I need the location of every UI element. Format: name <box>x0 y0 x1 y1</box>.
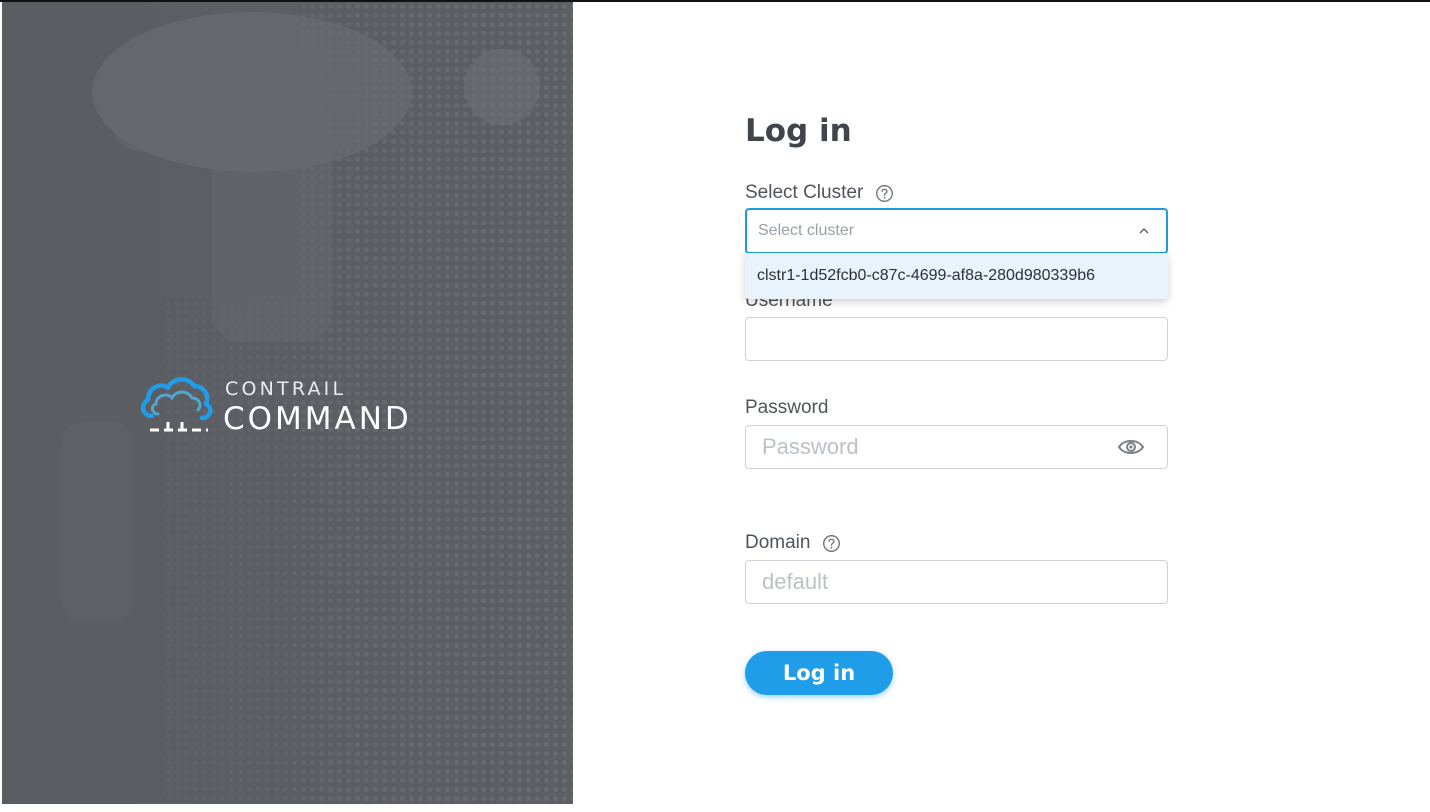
chevron-up-icon[interactable] <box>1138 225 1150 237</box>
password-label: Password <box>745 397 829 418</box>
logo-text-command: COMMAND <box>223 401 412 437</box>
page-title: Log in <box>745 113 852 149</box>
cluster-label: Select Cluster <box>745 182 864 203</box>
password-input[interactable]: Password <box>745 425 1168 469</box>
contrail-command-logo: CONTRAIL COMMAND <box>138 374 448 438</box>
cluster-dropdown-menu: clstr1-1d52fcb0-c87c-4699-af8a-280d98033… <box>745 253 1168 299</box>
question-circle-icon[interactable] <box>822 534 841 553</box>
password-label-row: Password <box>745 397 828 419</box>
domain-input[interactable]: default <box>745 560 1168 604</box>
login-button[interactable]: Log in <box>745 651 893 695</box>
logo-text-contrail: CONTRAIL <box>225 378 347 400</box>
domain-label: Domain <box>745 532 811 553</box>
cluster-label-row: Select Cluster <box>745 182 894 204</box>
cluster-option[interactable]: clstr1-1d52fcb0-c87c-4699-af8a-280d98033… <box>745 253 1168 299</box>
question-circle-icon[interactable] <box>875 184 894 203</box>
brand-panel: CONTRAIL COMMAND <box>2 2 573 804</box>
cluster-select[interactable]: Select cluster <box>745 208 1168 254</box>
cloud-network-icon <box>140 377 213 432</box>
login-form: Log in Select Cluster Select cluster cls… <box>745 0 1169 812</box>
eye-icon[interactable] <box>1117 436 1145 458</box>
domain-label-row: Domain <box>745 532 841 554</box>
domain-placeholder: default <box>762 569 829 594</box>
cluster-select-placeholder: Select cluster <box>758 222 855 239</box>
username-input[interactable] <box>745 317 1168 361</box>
password-placeholder: Password <box>762 434 859 459</box>
